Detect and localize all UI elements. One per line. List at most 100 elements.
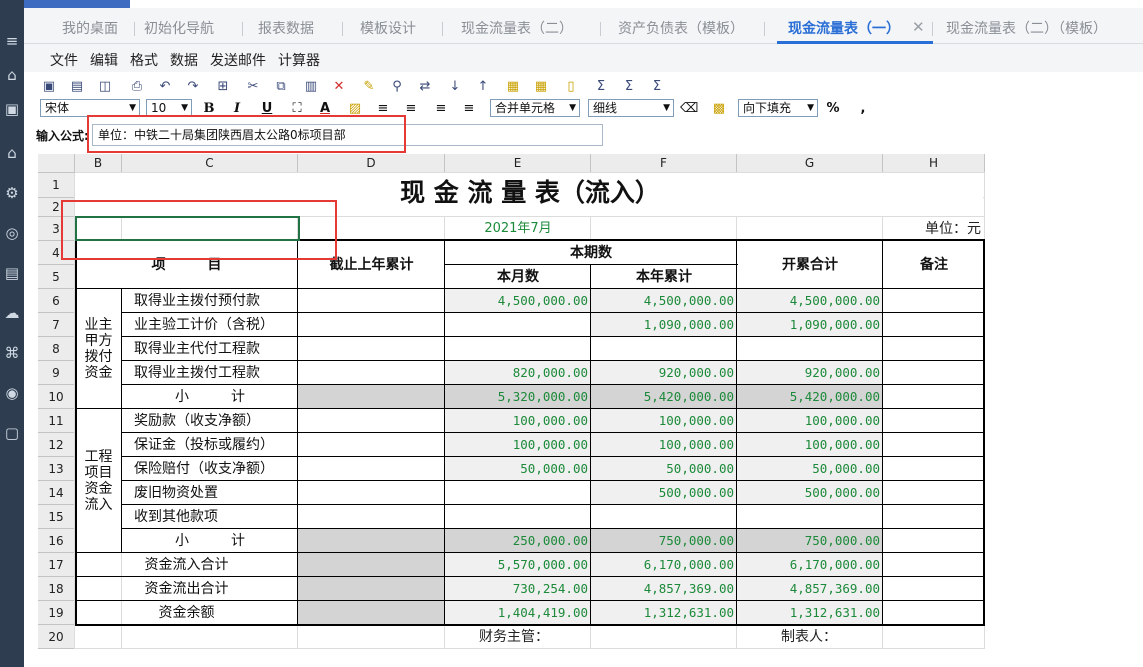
- row-label[interactable]: 废旧物资处置: [122, 481, 298, 505]
- cell-total[interactable]: 1,090,000.00: [737, 313, 882, 337]
- row-header-12[interactable]: 12: [38, 433, 75, 457]
- row-header-17[interactable]: 17: [38, 553, 75, 577]
- cell-year[interactable]: 920,000.00: [591, 361, 736, 385]
- nav-icon-3[interactable]: ⌂: [3, 144, 21, 162]
- row-label[interactable]: 取得业主拨付预付款: [122, 289, 298, 313]
- tab-balance-sheet-template[interactable]: 资产负债表（模板）: [618, 18, 744, 38]
- comma-button[interactable]: ,: [854, 100, 872, 118]
- cell-year[interactable]: 4,500,000.00: [591, 289, 736, 313]
- row-label[interactable]: 资金流出合计: [75, 577, 298, 601]
- cell-total[interactable]: 920,000.00: [737, 361, 882, 385]
- menu-calculator[interactable]: 计算器: [278, 50, 320, 70]
- row-header-10[interactable]: 10: [38, 385, 75, 409]
- row-label[interactable]: 小 计: [122, 529, 298, 553]
- sum-row-icon[interactable]: Σ: [620, 78, 638, 96]
- row-header-11[interactable]: 11: [38, 409, 75, 433]
- fill-down-select[interactable]: 向下填充 ▼: [738, 99, 818, 117]
- cut-icon[interactable]: ✂: [244, 78, 262, 96]
- cell-month[interactable]: [445, 505, 590, 529]
- col-header-g[interactable]: G: [737, 154, 883, 173]
- row-label[interactable]: 业主验工计价（含税）: [122, 313, 298, 337]
- col-header-c[interactable]: C: [122, 154, 298, 173]
- cell-month[interactable]: 1,404,419.00: [445, 601, 590, 625]
- cell-month[interactable]: 50,000.00: [445, 457, 590, 481]
- copy-icon[interactable]: ⧉: [272, 78, 290, 96]
- menu-data[interactable]: 数据: [170, 50, 198, 70]
- cell-month[interactable]: 730,254.00: [445, 577, 590, 601]
- row-label[interactable]: 保证金（投标或履约）: [122, 433, 298, 457]
- insert-row-icon[interactable]: ▦: [504, 78, 522, 96]
- line-style-select[interactable]: 细线 ▼: [588, 99, 674, 117]
- row-header-7[interactable]: 7: [38, 313, 75, 337]
- row-label[interactable]: 小 计: [122, 385, 298, 409]
- cell-total[interactable]: 500,000.00: [737, 481, 882, 505]
- nav-icon-8[interactable]: ⌘: [3, 344, 21, 362]
- cell-year[interactable]: 500,000.00: [591, 481, 736, 505]
- cell-year[interactable]: 750,000.00: [591, 529, 736, 553]
- row-header-15[interactable]: 15: [38, 505, 75, 529]
- paste-icon[interactable]: ▥: [302, 78, 320, 96]
- grid-icon[interactable]: ⊞: [214, 78, 232, 96]
- row-header-14[interactable]: 14: [38, 481, 75, 505]
- tab-cashflow-2-template[interactable]: 现金流量表（二）（模板）: [946, 18, 1107, 38]
- print-icon[interactable]: ⎙: [128, 78, 146, 96]
- nav-icon-9[interactable]: ◉: [3, 384, 21, 402]
- col-header-f[interactable]: F: [591, 154, 737, 173]
- insert-col-icon[interactable]: ▦: [532, 78, 550, 96]
- cell-month[interactable]: [445, 313, 590, 337]
- cell-year[interactable]: [591, 505, 736, 529]
- row-header-13[interactable]: 13: [38, 457, 75, 481]
- percent-button[interactable]: %: [824, 100, 842, 118]
- nav-icon-6[interactable]: ▤: [3, 264, 21, 282]
- nav-icon-1[interactable]: ⌂: [3, 66, 21, 84]
- row-header-18[interactable]: 18: [38, 577, 75, 601]
- cell-total[interactable]: [737, 505, 882, 529]
- row-label[interactable]: 保险赔付（收支净额）: [122, 457, 298, 481]
- row-header-5[interactable]: 5: [38, 265, 75, 289]
- sheet-corner[interactable]: [38, 154, 75, 173]
- preview-icon[interactable]: ◫: [96, 78, 114, 96]
- nav-icon-5[interactable]: ◎: [3, 224, 21, 242]
- tab-cashflow-2[interactable]: 现金流量表（二）: [461, 18, 573, 38]
- close-icon[interactable]: ✕: [912, 18, 925, 36]
- row-label[interactable]: 资金余额: [75, 601, 298, 625]
- sort-desc-icon[interactable]: ↑: [474, 78, 492, 96]
- col-header-h[interactable]: H: [883, 154, 985, 173]
- row-label[interactable]: 收到其他款项: [122, 505, 298, 529]
- row-header-20[interactable]: 20: [38, 625, 75, 649]
- cell-month[interactable]: 100,000.00: [445, 433, 590, 457]
- menu-format[interactable]: 格式: [130, 50, 158, 70]
- align-right-icon[interactable]: ≡: [432, 100, 450, 118]
- row-header-16[interactable]: 16: [38, 529, 75, 553]
- nav-icon-10[interactable]: ▢: [3, 424, 21, 442]
- undo-icon[interactable]: ↶: [156, 78, 174, 96]
- cell-total[interactable]: [737, 337, 882, 361]
- nav-icon-7[interactable]: ☁: [3, 304, 21, 322]
- row-label[interactable]: 奖励款（收支净额）: [122, 409, 298, 433]
- row-header-9[interactable]: 9: [38, 361, 75, 385]
- tab-desktop[interactable]: 我的桌面: [62, 18, 118, 38]
- tab-cashflow-1[interactable]: 现金流量表（一）: [788, 18, 900, 38]
- sum-col-icon[interactable]: Σ: [648, 78, 666, 96]
- row-header-1[interactable]: 1: [38, 173, 75, 198]
- merge-cells-select[interactable]: 合并单元格 ▼: [490, 99, 580, 117]
- cell-year[interactable]: [591, 337, 736, 361]
- redo-icon[interactable]: ↷: [184, 78, 202, 96]
- col-header-e[interactable]: E: [445, 154, 591, 173]
- tab-init-nav[interactable]: 初始化导航: [144, 18, 214, 38]
- cell-year[interactable]: 100,000.00: [591, 433, 736, 457]
- chart-icon[interactable]: ▩: [710, 100, 728, 118]
- cell-total[interactable]: 1,312,631.00: [737, 601, 882, 625]
- col-header-d[interactable]: D: [298, 154, 445, 173]
- row-header-8[interactable]: 8: [38, 337, 75, 361]
- row-label[interactable]: 取得业主拨付工程款: [122, 361, 298, 385]
- cell-month[interactable]: 4,500,000.00: [445, 289, 590, 313]
- cell-month[interactable]: 820,000.00: [445, 361, 590, 385]
- cell-year[interactable]: 6,170,000.00: [591, 553, 736, 577]
- cell-total[interactable]: 5,420,000.00: [737, 385, 882, 409]
- menu-file[interactable]: 文件: [50, 50, 78, 70]
- sort-asc-icon[interactable]: ↓: [446, 78, 464, 96]
- cell-total[interactable]: 4,857,369.00: [737, 577, 882, 601]
- cell-month[interactable]: 250,000.00: [445, 529, 590, 553]
- cell-month[interactable]: 5,570,000.00: [445, 553, 590, 577]
